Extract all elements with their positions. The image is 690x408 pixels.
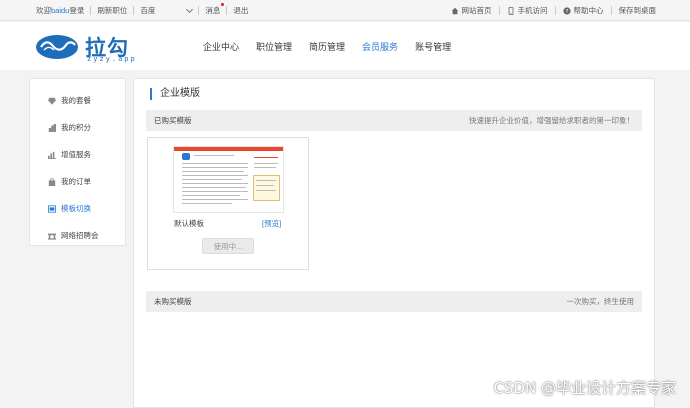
phone-icon [508, 6, 513, 15]
nav-member-services[interactable]: 会员服务 [362, 40, 398, 53]
save-desktop-link[interactable]: 保存到桌面 [619, 5, 657, 16]
thumbnail-line [182, 203, 232, 204]
thumbnail-line [194, 155, 234, 156]
template-name: 默认模板 [174, 219, 204, 228]
sidebar: 我的套餐 我的积分 增值服务 我的订单 模板切换 网络招聘会 [29, 78, 126, 246]
nav-resume-management[interactable]: 简历管理 [309, 40, 345, 53]
company-select[interactable]: 百度 [140, 5, 194, 16]
unpurchased-templates-hint: 一次购买，终生使用 [566, 297, 635, 306]
thumbnail-line [182, 171, 244, 172]
bar-chart-icon [48, 151, 56, 159]
topbar-right: 网站首页 手机访问 ? 帮助中心 保存到桌面 [451, 0, 657, 21]
thumbnail-line [182, 175, 248, 176]
sidebar-item-my-orders[interactable]: 我的订单 [30, 168, 125, 195]
topbar-left: 欢迎 baidu 登录 刷新职位 百度 消息 退出 [36, 0, 248, 21]
thumbnail-logo-icon [182, 153, 190, 160]
template-card: 默认模板 [预览] 使用中... [147, 137, 309, 270]
logo-wave-icon [36, 35, 78, 59]
thumbnail-line [256, 180, 276, 181]
page-title: 企业模版 [150, 88, 200, 100]
divider [554, 6, 556, 15]
help-label: 帮助中心 [573, 6, 604, 15]
divider [226, 6, 228, 15]
refresh-jobs-link[interactable]: 刷新职位 [97, 5, 127, 16]
thumbnail-line [182, 163, 248, 164]
mobile-link[interactable]: 手机访问 [507, 5, 548, 16]
logo-subtext: zyzy.app [87, 55, 137, 63]
sidebar-item-label: 增值服务 [61, 150, 91, 159]
divider [610, 6, 612, 15]
template-thumbnail[interactable] [173, 146, 284, 213]
divider [133, 6, 135, 15]
purchased-templates-hint: 快速提升企业价值，增强留给求职者的第一印象！ [469, 116, 634, 125]
site-header: 拉勾 zyzy.app 企业中心 职位管理 简历管理 会员服务 账号管理 [0, 22, 690, 70]
sidebar-item-my-points[interactable]: 我的积分 [30, 114, 125, 141]
divider [498, 6, 500, 15]
bag-icon [48, 177, 56, 186]
sidebar-item-label: 我的积分 [61, 123, 91, 132]
help-icon: ? [562, 6, 571, 15]
network-icon [48, 233, 56, 240]
sidebar-item-online-job-fair[interactable]: 网络招聘会 [30, 222, 125, 249]
thumbnail-line [182, 179, 242, 180]
nav-account-management[interactable]: 账号管理 [415, 40, 451, 53]
welcome-text: 欢迎 [36, 6, 51, 15]
home-icon [451, 7, 458, 14]
main-panel: 企业模版 已购买模版 快速提升企业价值，增强留给求职者的第一印象！ 默认模板 [… [133, 78, 655, 408]
unpurchased-templates-label: 未购买模版 [154, 297, 192, 306]
messages-label: 消息 [205, 6, 221, 15]
template-icon [48, 204, 56, 213]
divider [198, 6, 200, 15]
nav-enterprise-center[interactable]: 企业中心 [203, 40, 239, 53]
thumbnail-line [182, 195, 240, 196]
mobile-label: 手机访问 [517, 6, 548, 15]
thumbnail-line [254, 157, 278, 158]
unread-dot-icon [221, 3, 225, 6]
divider [90, 6, 92, 15]
thumbnail-sidebox [253, 175, 280, 201]
thumbnail-line [182, 187, 246, 188]
sidebar-item-template-switch[interactable]: 模板切换 [30, 195, 125, 222]
thumbnail-header-bar [174, 147, 283, 151]
username-link[interactable]: baidu [51, 6, 69, 15]
company-select-value: 百度 [140, 6, 156, 15]
template-preview-link[interactable]: [预览] [262, 218, 281, 229]
thumbnail-line [182, 167, 248, 168]
thumbnail-line [256, 190, 276, 191]
thumbnail-line [182, 191, 248, 192]
login-link[interactable]: 登录 [69, 5, 84, 16]
thumbnail-line [182, 183, 248, 184]
help-link[interactable]: ? 帮助中心 [562, 5, 604, 16]
thumbnail-line [254, 163, 278, 164]
template-in-use-button[interactable]: 使用中... [202, 238, 254, 254]
thumbnail-line [182, 199, 248, 200]
unpurchased-templates-header: 未购买模版 一次购买，终生使用 [146, 291, 642, 312]
sidebar-item-label: 网络招聘会 [61, 231, 99, 240]
sidebar-item-value-added[interactable]: 增值服务 [30, 141, 125, 168]
diamond-icon [48, 97, 56, 105]
purchased-templates-label: 已购买模版 [154, 116, 192, 125]
purchased-templates-header: 已购买模版 快速提升企业价值，增强留给求职者的第一印象！ [146, 110, 642, 131]
csdn-watermark: CSDN @毕业设计方案专家 [493, 379, 676, 397]
messages-link[interactable]: 消息 [205, 3, 225, 16]
top-utility-bar: 欢迎 baidu 登录 刷新职位 百度 消息 退出 网站首页 手机访问 ? 帮助… [0, 0, 690, 21]
main-nav: 企业中心 职位管理 简历管理 会员服务 账号管理 [203, 22, 451, 70]
thumbnail-line [256, 185, 274, 186]
chevron-down-icon [186, 5, 194, 13]
save-desktop-label: 保存到桌面 [618, 6, 657, 15]
sidebar-item-label: 我的套餐 [61, 96, 91, 105]
nav-job-management[interactable]: 职位管理 [256, 40, 292, 53]
sidebar-item-label: 我的订单 [61, 177, 91, 186]
coins-icon [48, 123, 56, 132]
site-home-link[interactable]: 网站首页 [451, 5, 492, 16]
logout-link[interactable]: 退出 [233, 5, 248, 16]
site-home-label: 网站首页 [461, 6, 492, 15]
thumbnail-line [254, 167, 276, 168]
svg-text:?: ? [565, 9, 568, 15]
site-logo[interactable]: 拉勾 zyzy.app [35, 31, 155, 65]
sidebar-item-my-package[interactable]: 我的套餐 [30, 87, 125, 114]
sidebar-item-label: 模板切换 [61, 204, 91, 213]
